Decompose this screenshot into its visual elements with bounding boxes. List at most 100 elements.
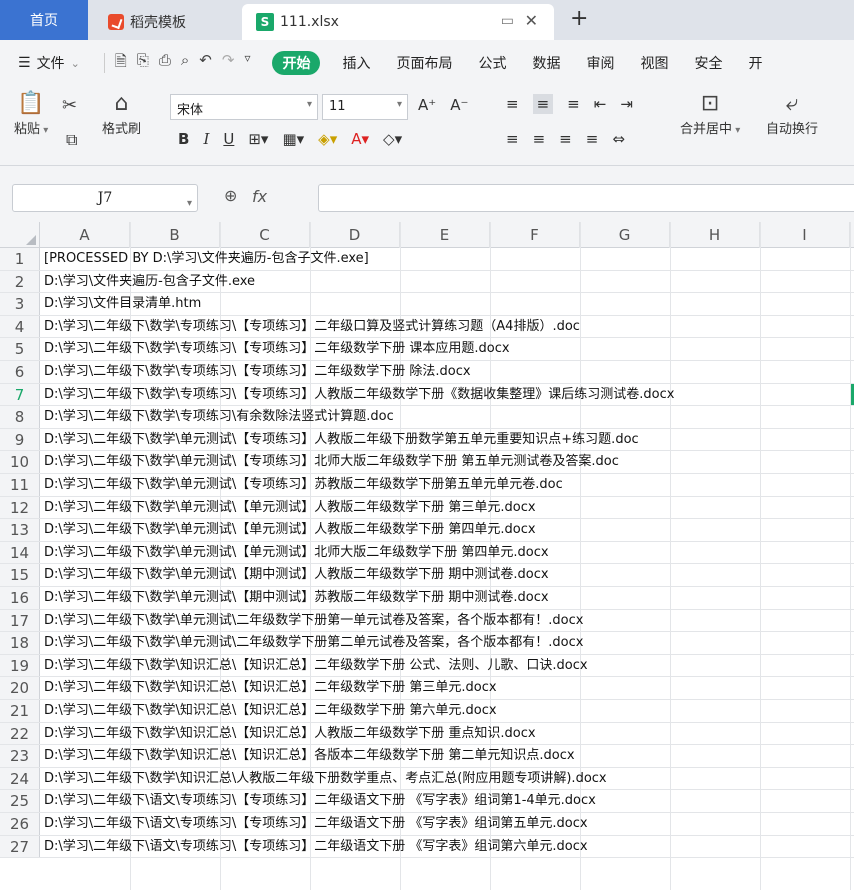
tab-home[interactable]: 首页 (0, 0, 88, 40)
pin-icon[interactable]: ▭ (501, 13, 514, 29)
align-middle-icon[interactable]: ≡ (532, 94, 554, 114)
row-header[interactable]: 21 (0, 700, 40, 722)
cell-a[interactable]: D:\学习\二年级下\数学\知识汇总\【知识汇总】各版本二年级数学下册 第二单元… (44, 745, 575, 767)
cell-a[interactable]: D:\学习\二年级下\数学\单元测试\【单元测试】人教版二年级数学下册 第三单元… (44, 497, 536, 519)
align-bottom-icon[interactable]: ≡ (567, 95, 580, 113)
paste-button[interactable]: 📋 粘贴 ▾ (14, 90, 48, 137)
row-header[interactable]: 18 (0, 632, 40, 654)
increase-font-icon[interactable]: A⁺ (418, 96, 436, 114)
cell-a[interactable]: D:\学习\二年级下\数学\知识汇总\【知识汇总】人教版二年级数学下册 重点知识… (44, 723, 536, 745)
cell-a[interactable]: D:\学习\文件目录清单.htm (44, 293, 201, 315)
font-color-icon[interactable]: A▾ (351, 130, 369, 148)
export-icon[interactable]: ⎘ (137, 51, 149, 76)
cell-a[interactable]: D:\学习\二年级下\数学\单元测试\【单元测试】北师大版二年级数学下册 第四单… (44, 542, 549, 564)
column-header-g[interactable]: G (580, 222, 670, 248)
cell-a[interactable]: D:\学习\二年级下\数学\单元测试\【专项练习】人教版二年级下册数学第五单元重… (44, 429, 639, 451)
row-header[interactable]: 1 (0, 248, 40, 270)
name-box[interactable]: J7 ▾ (12, 184, 198, 212)
new-tab-button[interactable]: + (570, 6, 588, 31)
row-header[interactable]: 25 (0, 790, 40, 812)
undo-icon[interactable]: ↶ (199, 51, 212, 76)
menu-start[interactable]: 开始 (272, 51, 321, 75)
clear-format-icon[interactable]: ◇▾ (383, 130, 402, 148)
cut-button[interactable]: ✂ (62, 92, 77, 120)
cell-a[interactable]: D:\学习\二年级下\数学\单元测试\【专项练习】北师大版二年级数学下册 第五单… (44, 451, 619, 473)
column-header-a[interactable]: A (40, 222, 130, 248)
row-header[interactable]: 22 (0, 722, 40, 745)
align-left-icon[interactable]: ≡ (506, 130, 519, 148)
cell-a[interactable]: D:\学习\二年级下\数学\知识汇总\人教版二年级下册数学重点、考点汇总(附应用… (44, 768, 607, 790)
menu-review[interactable]: 审阅 (586, 53, 614, 73)
align-top-icon[interactable]: ≡ (506, 95, 519, 113)
cell-a[interactable]: D:\学习\二年级下\语文\专项练习\【专项练习】二年级语文下册 《写字表》组词… (44, 836, 588, 858)
row-header[interactable]: 23 (0, 745, 40, 767)
row-header[interactable]: 15 (0, 564, 40, 586)
cell-a[interactable]: D:\学习\二年级下\数学\专项练习\【专项练习】二年级数学下册 除法.docx (44, 361, 471, 383)
distribute-icon[interactable]: ⇔ (612, 130, 625, 148)
row-header[interactable]: 17 (0, 609, 40, 632)
row-header[interactable]: 14 (0, 541, 40, 564)
menu-formula[interactable]: 公式 (478, 53, 506, 73)
merge-center-button[interactable]: ⊡ 合并居中 ▾ (680, 90, 740, 137)
row-header[interactable]: 8 (0, 406, 40, 428)
bold-icon[interactable]: B (178, 130, 189, 148)
zoom-icon[interactable]: ⊕ (224, 186, 237, 205)
row-header[interactable]: 24 (0, 767, 40, 790)
row-header[interactable]: 7 (0, 383, 40, 406)
decrease-font-icon[interactable]: A⁻ (450, 96, 468, 114)
cell-a[interactable]: D:\学习\二年级下\数学\专项练习\有余数除法竖式计算题.doc (44, 406, 394, 428)
wrap-text-button[interactable]: ⤶ 自动换行 (766, 90, 818, 137)
menu-view[interactable]: 视图 (640, 53, 668, 73)
select-all-corner[interactable] (0, 222, 40, 248)
print-preview-icon[interactable]: ⌕ (181, 51, 189, 76)
menu-more[interactable]: 开 (748, 53, 762, 73)
align-center-icon[interactable]: ≡ (533, 130, 546, 148)
indent-decrease-icon[interactable]: ⇤ (594, 95, 607, 113)
copy-button[interactable]: ⧉ (66, 130, 77, 150)
row-header[interactable]: 27 (0, 835, 40, 858)
row-header[interactable]: 10 (0, 451, 40, 473)
cell-a[interactable]: [PROCESSED BY D:\学习\文件夹遍历-包含子文件.exe] (44, 248, 369, 270)
cell-a[interactable]: D:\学习\文件夹遍历-包含子文件.exe (44, 271, 255, 293)
row-header[interactable]: 3 (0, 293, 40, 315)
menu-page-layout[interactable]: 页面布局 (396, 53, 452, 73)
column-header-i[interactable]: I (760, 222, 850, 248)
print-icon[interactable]: ⎙ (159, 51, 171, 76)
menu-security[interactable]: 安全 (694, 53, 722, 73)
cell-a[interactable]: D:\学习\二年级下\数学\单元测试\【期中测试】苏教版二年级数学下册 期中测试… (44, 587, 549, 609)
cell-a[interactable]: D:\学习\二年级下\语文\专项练习\【专项练习】二年级语文下册 《写字表》组词… (44, 790, 596, 812)
tab-template[interactable]: 稻壳模板 (96, 4, 236, 40)
menu-data[interactable]: 数据 (532, 53, 560, 73)
row-header[interactable]: 6 (0, 361, 40, 383)
cell-a[interactable]: D:\学习\二年级下\数学\单元测试\【专项练习】苏教版二年级数学下册第五单元单… (44, 474, 563, 496)
row-header[interactable]: 5 (0, 338, 40, 360)
row-header[interactable]: 20 (0, 677, 40, 699)
column-header-e[interactable]: E (400, 222, 490, 248)
border-icon[interactable]: ⊞▾ (248, 130, 268, 148)
indent-increase-icon[interactable]: ⇥ (620, 95, 633, 113)
cell-a[interactable]: D:\学习\二年级下\数学\专项练习\【专项练习】二年级数学下册 课本应用题.d… (44, 338, 510, 360)
cell-a[interactable]: D:\学习\二年级下\数学\专项练习\【专项练习】二年级口算及竖式计算练习题（A… (44, 316, 580, 338)
underline-icon[interactable]: U (223, 130, 234, 148)
font-name-select[interactable]: 宋体 ▾ (170, 94, 318, 120)
row-header[interactable]: 13 (0, 519, 40, 541)
formula-input[interactable] (318, 184, 854, 212)
format-painter-button[interactable]: ⌂ 格式刷 (102, 90, 141, 137)
cell-a[interactable]: D:\学习\二年级下\数学\单元测试\二年级数学下册第一单元试卷及答案，各个版本… (44, 610, 583, 632)
cell-a[interactable]: D:\学习\二年级下\数学\知识汇总\【知识汇总】二年级数学下册 第六单元.do… (44, 700, 497, 722)
column-header-f[interactable]: F (490, 222, 580, 248)
function-icon[interactable]: fx (252, 187, 267, 206)
font-size-select[interactable]: 11 ▾ (322, 94, 408, 120)
column-header-c[interactable]: C (220, 222, 310, 248)
close-tab-icon[interactable]: ✕ (525, 11, 538, 30)
column-header-h[interactable]: H (670, 222, 760, 248)
cell-a[interactable]: D:\学习\二年级下\数学\知识汇总\【知识汇总】二年级数学下册 公式、法则、儿… (44, 655, 588, 677)
row-header[interactable]: 4 (0, 315, 40, 338)
customize-icon[interactable]: ▿ (244, 51, 250, 76)
column-header-b[interactable]: B (130, 222, 220, 248)
align-right-icon[interactable]: ≡ (559, 130, 572, 148)
row-header[interactable]: 16 (0, 587, 40, 609)
fill-color-icon[interactable]: ◈▾ (318, 130, 337, 148)
justify-icon[interactable]: ≡ (586, 130, 599, 148)
redo-icon[interactable]: ↷ (222, 51, 235, 76)
